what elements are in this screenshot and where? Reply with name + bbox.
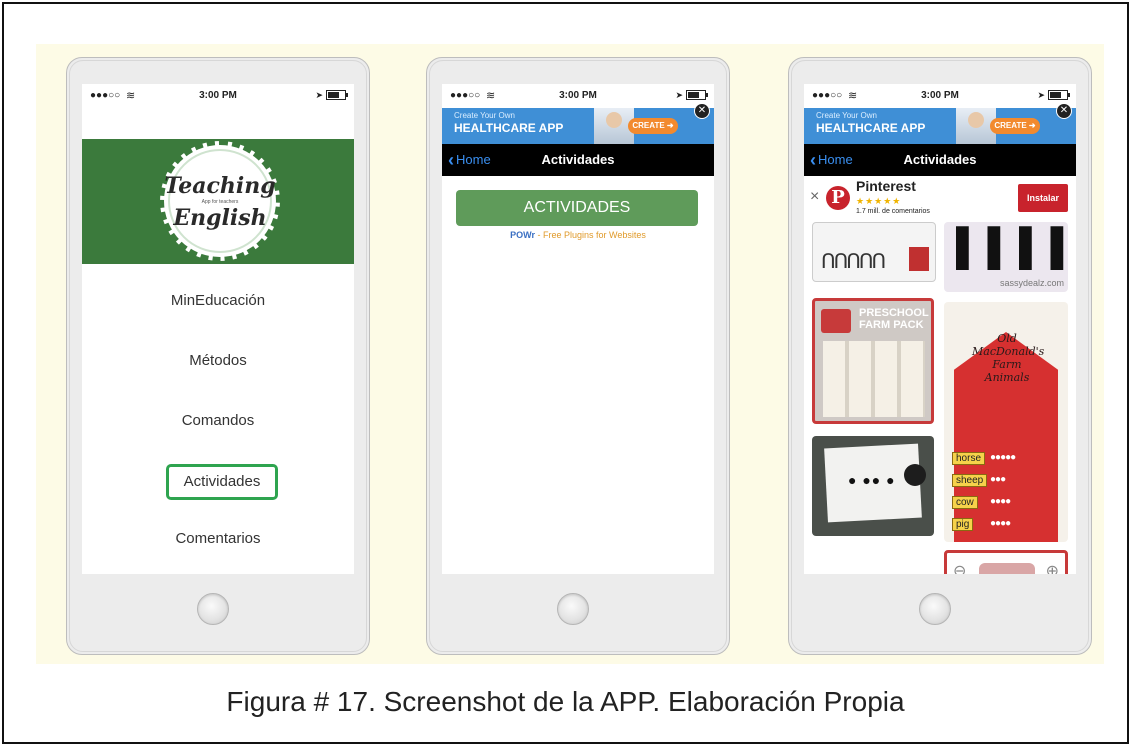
status-time: 3:00 PM (921, 90, 959, 101)
phone-screen: ●●●○○ ≋ 3:00 PM ➤ Create Your Own HEALTH… (442, 84, 714, 574)
figure-caption: Figura # 17. Screenshot de la APP. Elabo… (226, 686, 905, 717)
powr-brand: POWr (510, 230, 535, 240)
nav-bar: ‹ Home Actividades (442, 144, 714, 176)
healthcare-ad-banner[interactable]: Create Your Own HEALTHCARE APP CREATE ➜ … (442, 103, 714, 144)
phone-menu: ●●●○○ ≋ 3:00 PM ➤ Teaching App for teach… (66, 57, 370, 655)
menu-item-mineducacion[interactable]: MinEducación (82, 292, 354, 309)
location-icon: ➤ (315, 90, 323, 100)
ad-create-button[interactable]: CREATE ➜ (990, 118, 1040, 134)
battery-indicator: ➤ (675, 90, 708, 101)
dots-row: ●●● (990, 474, 1006, 485)
rating-stars: ★★★★★ (856, 196, 902, 206)
dots-row: ●●●●● (990, 452, 1016, 463)
home-button[interactable] (557, 593, 589, 625)
zoom-in-icon[interactable]: ⊕ (1046, 561, 1059, 574)
animal-label: cow (952, 496, 978, 509)
pinterest-logo-icon: P (826, 186, 850, 210)
home-button[interactable] (919, 593, 951, 625)
logo-line1: Teaching (164, 173, 276, 199)
pin-cow-spots-activity[interactable]: ● ●● ● (812, 436, 934, 536)
phone-pinterest: ●●●○○ ≋ 3:00 PM ➤ Create Your Own HEALTH… (788, 57, 1092, 655)
phone-screen: ●●●○○ ≋ 3:00 PM ➤ Create Your Own HEALTH… (804, 84, 1076, 574)
logo-line2: English (173, 205, 267, 231)
pin-title: PRESCHOOL FARM PACK (859, 307, 929, 331)
ad-line1: Create Your Own (816, 111, 877, 120)
figure-frame: ●●●○○ ≋ 3:00 PM ➤ Teaching App for teach… (2, 2, 1129, 744)
barn-icon (909, 247, 929, 271)
dots-row: ●●●● (990, 496, 1011, 507)
location-icon: ➤ (1037, 90, 1045, 100)
ad-close-icon[interactable]: ✕ (694, 103, 710, 119)
pinterest-ad: × P Pinterest ★★★★★ 1.7 mill. de comenta… (804, 176, 1076, 223)
nav-title: Actividades (903, 152, 977, 167)
zoom-out-icon[interactable]: ⊖ (953, 561, 966, 574)
dots-row: ●●●● (990, 518, 1011, 529)
cow-spots: ● ●● ● (848, 472, 896, 488)
nav-title: Actividades (541, 152, 615, 167)
menu-item-comentarios[interactable]: Comentarios (82, 530, 354, 547)
animal-label: pig (952, 518, 974, 531)
powr-link[interactable]: POWr - Free Plugins for Websites (442, 230, 714, 240)
close-icon[interactable]: × (810, 188, 819, 206)
phone-actividades: ●●●○○ ≋ 3:00 PM ➤ Create Your Own HEALTH… (426, 57, 730, 655)
ad-line2: HEALTHCARE APP (816, 121, 926, 135)
pin-preschool-farm-pack[interactable]: PRESCHOOL FARM PACK (812, 298, 934, 424)
ad-line2: HEALTHCARE APP (454, 121, 564, 135)
battery-icon (686, 90, 708, 101)
legs-image: ▌▌▌▌ (956, 226, 1068, 267)
review-count: 1.7 mill. de comentarios (856, 208, 930, 215)
status-time: 3:00 PM (559, 90, 597, 101)
menu-item-comandos[interactable]: Comandos (82, 412, 354, 429)
nav-bar: ‹ Home Actividades (804, 144, 1076, 176)
animal-label: sheep (952, 474, 988, 487)
pin-partial-tile[interactable]: ⊖ ⊕ (944, 550, 1068, 574)
location-icon: ➤ (675, 90, 683, 100)
ad-close-icon[interactable]: ✕ (1056, 103, 1072, 119)
screenshot-panel: ●●●○○ ≋ 3:00 PM ➤ Teaching App for teach… (36, 44, 1104, 664)
animal-label: horse (952, 452, 986, 465)
pin-source: sassydealz.com (999, 278, 1064, 288)
menu-item-actividades[interactable]: Actividades (166, 464, 278, 500)
home-button[interactable] (197, 593, 229, 625)
barn-icon (821, 309, 851, 333)
pin-legs-craft[interactable]: ▌▌▌▌ sassydealz.com (944, 222, 1068, 292)
actividades-button[interactable]: ACTIVIDADES (456, 190, 698, 226)
status-bar: ●●●○○ ≋ 3:00 PM ➤ (442, 84, 714, 108)
app-name: Pinterest (856, 178, 916, 194)
battery-icon (1048, 90, 1070, 101)
pin-farm-animals-barn[interactable]: Old MacDonald's Farm Animals horse ●●●●●… (944, 302, 1068, 542)
pin-thumbnail (979, 563, 1035, 574)
ad-create-button[interactable]: CREATE ➜ (628, 118, 678, 134)
ad-line1: Create Your Own (454, 111, 515, 120)
menu-item-metodos[interactable]: Métodos (82, 352, 354, 369)
status-time: 3:00 PM (199, 90, 237, 101)
worksheet-thumbnails (823, 341, 925, 417)
logo-banner: Teaching App for teachers English (82, 139, 354, 264)
phone-screen: ●●●○○ ≋ 3:00 PM ➤ Teaching App for teach… (82, 84, 354, 574)
tracing-loops: ՈՈՈՈՈ (821, 251, 886, 273)
status-bar: ●●●○○ ≋ 3:00 PM ➤ (82, 84, 354, 108)
paint-cup (904, 464, 926, 486)
pin-grid: ՈՈՈՈՈ ▌▌▌▌ sassydealz.com PRESCHOOL FARM… (804, 222, 1076, 574)
battery-indicator: ➤ (315, 90, 348, 101)
teaching-english-logo: Teaching App for teachers English (160, 141, 280, 261)
healthcare-ad-banner[interactable]: Create Your Own HEALTHCARE APP CREATE ➜ … (804, 103, 1076, 144)
pin-tracing-worksheet[interactable]: ՈՈՈՈՈ (812, 222, 936, 282)
barn-text: Old MacDonald's Farm Animals (972, 332, 1045, 384)
powr-tagline: - Free Plugins for Websites (534, 230, 646, 240)
battery-indicator: ➤ (1037, 90, 1070, 101)
install-button[interactable]: Instalar (1018, 184, 1068, 212)
status-bar: ●●●○○ ≋ 3:00 PM ➤ (804, 84, 1076, 108)
battery-icon (326, 90, 348, 101)
